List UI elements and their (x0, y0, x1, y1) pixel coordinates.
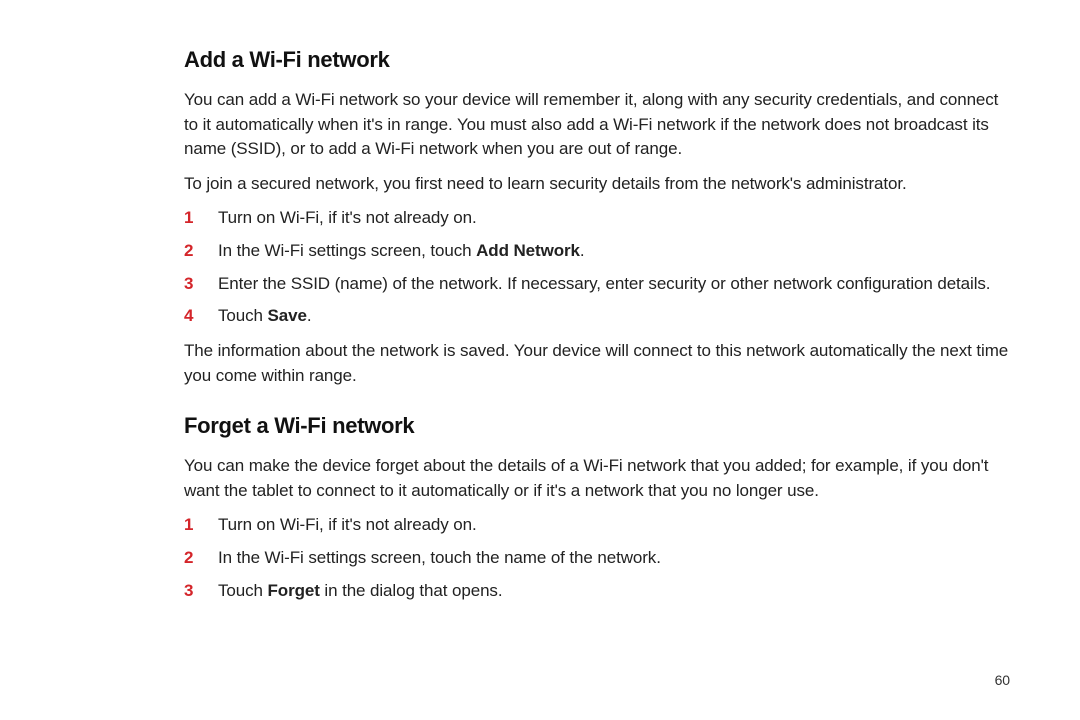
list-item: 1 Turn on Wi-Fi, if it's not already on. (184, 513, 1012, 538)
list-item: 1 Turn on Wi-Fi, if it's not already on. (184, 206, 1012, 231)
list-item: 3 Enter the SSID (name) of the network. … (184, 272, 1012, 297)
step-text: In the Wi-Fi settings screen, touch the … (218, 546, 1012, 571)
step-number: 4 (184, 304, 218, 329)
step-text: Turn on Wi-Fi, if it's not already on. (218, 206, 1012, 231)
step-text-post: . (307, 306, 312, 325)
step-text: Touch Save. (218, 304, 1012, 329)
step-text-pre: In the Wi-Fi settings screen, touch (218, 241, 476, 260)
step-number: 1 (184, 206, 218, 231)
list-item: 2 In the Wi-Fi settings screen, touch Ad… (184, 239, 1012, 264)
list-item: 3 Touch Forget in the dialog that opens. (184, 579, 1012, 604)
step-number: 2 (184, 239, 218, 264)
heading-forget-wifi: Forget a Wi-Fi network (184, 410, 1012, 442)
step-text: Touch Forget in the dialog that opens. (218, 579, 1012, 604)
ui-label-save: Save (268, 306, 307, 325)
add-secured-note: To join a secured network, you first nee… (184, 172, 1012, 197)
step-number: 1 (184, 513, 218, 538)
manual-page: Add a Wi-Fi network You can add a Wi-Fi … (0, 0, 1080, 720)
step-number: 3 (184, 272, 218, 297)
step-text: In the Wi-Fi settings screen, touch Add … (218, 239, 1012, 264)
add-steps-list: 1 Turn on Wi-Fi, if it's not already on.… (184, 206, 1012, 329)
step-text: Enter the SSID (name) of the network. If… (218, 272, 1012, 297)
heading-add-wifi: Add a Wi-Fi network (184, 44, 1012, 76)
forget-steps-list: 1 Turn on Wi-Fi, if it's not already on.… (184, 513, 1012, 603)
step-text-post: in the dialog that opens. (320, 581, 503, 600)
step-number: 3 (184, 579, 218, 604)
step-text-pre: Touch (218, 581, 268, 600)
page-number: 60 (995, 670, 1010, 690)
forget-intro-paragraph: You can make the device forget about the… (184, 454, 1012, 503)
step-number: 2 (184, 546, 218, 571)
step-text: Turn on Wi-Fi, if it's not already on. (218, 513, 1012, 538)
list-item: 2 In the Wi-Fi settings screen, touch th… (184, 546, 1012, 571)
step-text-post: . (580, 241, 585, 260)
ui-label-add-network: Add Network (476, 241, 580, 260)
add-intro-paragraph: You can add a Wi-Fi network so your devi… (184, 88, 1012, 162)
step-text-pre: Touch (218, 306, 268, 325)
add-outro-paragraph: The information about the network is sav… (184, 339, 1012, 388)
ui-label-forget: Forget (268, 581, 320, 600)
list-item: 4 Touch Save. (184, 304, 1012, 329)
